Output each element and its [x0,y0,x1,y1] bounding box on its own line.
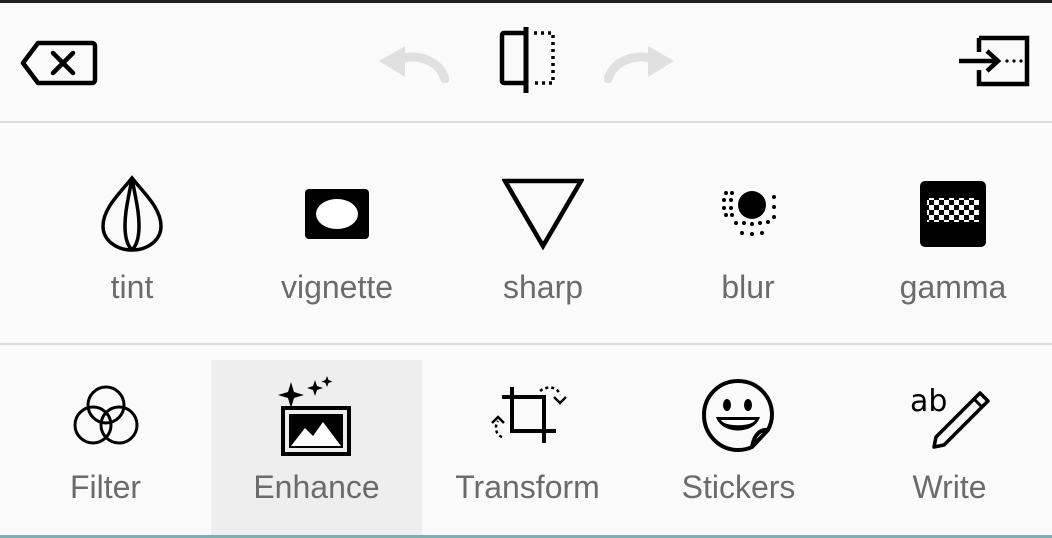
tool-tint[interactable]: tint [27,123,237,343]
tab-filter[interactable]: Filter [0,360,211,538]
tool-sharp[interactable]: sharp [438,123,648,343]
blur-icon [722,191,776,236]
backspace-icon [20,40,98,86]
tools-row: tint vignette sharp blur gamma [0,123,1052,343]
redo-icon [604,46,674,83]
tool-label: blur [721,269,775,305]
vignette-icon [305,189,369,239]
filter-icon [73,385,138,445]
tool-label: tint [110,269,154,305]
tab-transform[interactable]: Transform [422,360,633,538]
save-exit-icon [959,35,1030,87]
tool-blur[interactable]: blur [643,123,853,343]
redo-button[interactable] [598,28,688,98]
svg-text:ab: ab [910,384,947,419]
tab-label: Transform [455,469,600,505]
tool-vignette[interactable]: vignette [232,123,442,343]
tint-icon [101,175,163,252]
tab-label: Enhance [253,469,380,505]
transform-icon [490,386,567,443]
save-exit-button[interactable] [950,23,1040,99]
tab-stickers[interactable]: Stickers [633,360,844,538]
tool-label: sharp [502,269,584,305]
gamma-icon [920,181,986,247]
sharp-icon [502,178,584,250]
enhance-icon [277,376,351,456]
tool-label: vignette [280,269,394,305]
tab-write[interactable]: ab Write [844,360,1052,538]
write-icon: ab [910,384,990,449]
compare-button[interactable] [482,20,572,100]
top-toolbar [0,3,1052,121]
category-tabs: Filter Enhance Transform Stickers ab Wri… [0,345,1052,538]
undo-icon [379,46,449,83]
tab-label: Write [912,469,987,505]
stickers-icon [701,378,774,453]
tab-enhance[interactable]: Enhance [211,360,422,538]
undo-button[interactable] [365,28,455,98]
tool-gamma[interactable]: gamma [848,123,1052,343]
tool-label: gamma [899,269,1007,305]
tab-label: Filter [69,469,142,505]
compare-icon [499,27,555,93]
backspace-button[interactable] [10,28,108,98]
tab-label: Stickers [681,469,796,505]
